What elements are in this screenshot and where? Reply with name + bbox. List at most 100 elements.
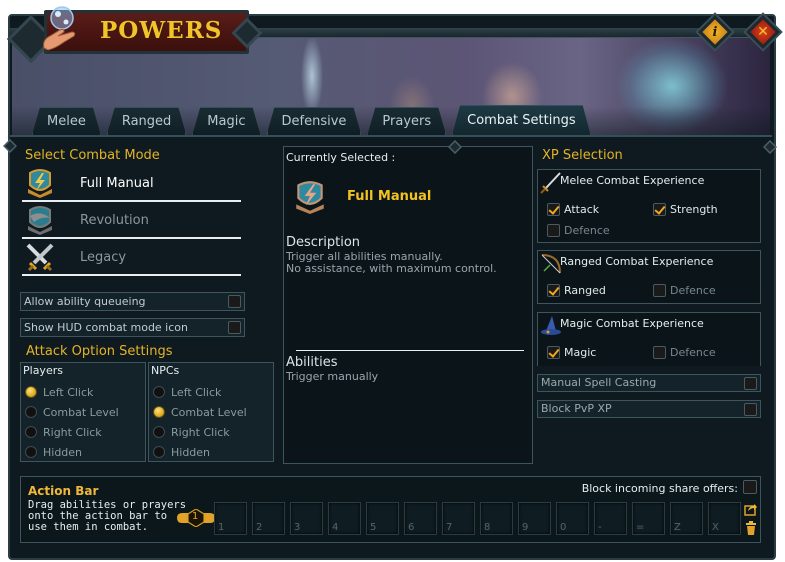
npcs-options: NPCs Left Click Combat Level Right Click… (148, 362, 274, 462)
xp-selection-title: XP Selection (542, 148, 623, 163)
xp-magic-defence-option[interactable]: Defence (653, 346, 716, 359)
npcs-option-left-click[interactable]: Left Click (153, 384, 221, 400)
tab-magic[interactable]: Magic (192, 107, 260, 135)
radio[interactable] (153, 426, 165, 438)
checkbox-checked[interactable] (653, 203, 666, 216)
radio[interactable] (153, 386, 165, 398)
slot-key: 6 (408, 522, 415, 533)
tab-combat-settings[interactable]: Combat Settings (452, 105, 590, 135)
action-bar-title: Action Bar (28, 484, 99, 498)
sword-icon (540, 172, 561, 194)
radio[interactable] (25, 406, 37, 418)
action-slot[interactable]: 7 (442, 502, 475, 535)
show-hud-combat-mode-toggle[interactable]: Show HUD combat mode icon (20, 318, 245, 337)
players-option-hidden[interactable]: Hidden (25, 444, 82, 460)
trash-icon[interactable] (744, 521, 758, 535)
action-bar-switcher[interactable]: 1 (176, 508, 216, 528)
mode-revolution[interactable]: Revolution (22, 203, 241, 239)
xp-attack-option[interactable]: Attack (547, 203, 599, 216)
action-slot[interactable]: 4 (328, 502, 361, 535)
option-label: Strength (670, 203, 718, 216)
xp-magic-option[interactable]: Magic (547, 346, 596, 359)
mode-label: Legacy (80, 249, 127, 265)
checkbox[interactable] (653, 346, 666, 359)
option-label: Attack (564, 203, 600, 216)
tab-melee[interactable]: Melee (32, 107, 101, 135)
checkbox[interactable] (547, 224, 560, 237)
xp-ranged-defence-option[interactable]: Defence (653, 284, 716, 297)
radio[interactable] (25, 426, 37, 438)
ability-queueing-checkbox[interactable] (228, 295, 241, 308)
block-pvp-xp-checkbox[interactable] (744, 403, 757, 416)
action-slot[interactable]: X (708, 502, 741, 535)
tab-prayers[interactable]: Prayers (367, 107, 446, 135)
players-option-right-click[interactable]: Right Click (25, 424, 102, 440)
attack-options-title: Attack Option Settings (26, 344, 173, 359)
radio[interactable] (25, 446, 37, 458)
option-label: Right Click (43, 425, 102, 439)
slot-key: 0 (560, 522, 567, 533)
description-line-2: No assistance, with maximum control. (286, 262, 497, 275)
action-slot[interactable]: 5 (366, 502, 399, 535)
checkbox-checked[interactable] (547, 203, 560, 216)
hand-orb-icon (43, 6, 76, 51)
abilities-title: Abilities (286, 355, 338, 370)
toggle-label: Manual Spell Casting (541, 376, 657, 389)
npcs-option-combat-level[interactable]: Combat Level (153, 404, 247, 420)
block-pvp-xp-toggle[interactable]: Block PvP XP (537, 400, 761, 418)
corner-knot-icon (763, 140, 777, 154)
slot-key: Z (674, 522, 681, 533)
manual-spell-casting-checkbox[interactable] (744, 377, 757, 390)
revolution-shield-icon (28, 206, 52, 235)
mode-full-manual[interactable]: Full Manual (22, 166, 241, 202)
action-slot[interactable]: 8 (480, 502, 513, 535)
option-label: Combat Level (43, 405, 119, 419)
option-label: Defence (564, 224, 610, 237)
players-option-combat-level[interactable]: Combat Level (25, 404, 119, 420)
action-slot[interactable]: 3 (290, 502, 323, 535)
radio[interactable] (153, 446, 165, 458)
checkbox-checked[interactable] (547, 346, 560, 359)
share-icon[interactable] (744, 502, 758, 516)
radio-selected[interactable] (25, 386, 37, 398)
action-slot[interactable]: 0 (556, 502, 589, 535)
npcs-option-right-click[interactable]: Right Click (153, 424, 230, 440)
tab-ranged[interactable]: Ranged (107, 107, 186, 135)
action-slot[interactable]: 6 (404, 502, 437, 535)
divider (296, 350, 524, 351)
action-slot[interactable]: - (594, 502, 627, 535)
npcs-option-hidden[interactable]: Hidden (153, 444, 210, 460)
npcs-header: NPCs (151, 364, 180, 377)
action-slot[interactable]: 9 (518, 502, 551, 535)
option-label: Right Click (171, 425, 230, 439)
radio-selected[interactable] (153, 406, 165, 418)
xp-defence-option[interactable]: Defence (547, 224, 610, 237)
abilities-text: Trigger manually (286, 370, 379, 383)
hud-combat-mode-checkbox[interactable] (228, 321, 241, 334)
slot-key: 3 (294, 522, 301, 533)
window-title: POWERS (100, 17, 223, 44)
action-slot[interactable]: 1 (214, 502, 247, 535)
magic-xp-group: Magic Combat Experience Magic Defence (537, 312, 761, 366)
current-mode-name: Full Manual (347, 189, 432, 204)
checkbox-checked[interactable] (547, 284, 560, 297)
action-slot[interactable]: = (632, 502, 665, 535)
players-option-left-click[interactable]: Left Click (25, 384, 93, 400)
toggle-label: Show HUD combat mode icon (24, 321, 188, 334)
option-label: Magic (564, 346, 597, 359)
xp-ranged-option[interactable]: Ranged (547, 284, 606, 297)
block-share-checkbox[interactable] (743, 480, 757, 494)
action-slot[interactable]: 2 (252, 502, 285, 535)
full-manual-shield-icon (296, 181, 324, 214)
block-share-label: Block incoming share offers: (581, 482, 738, 495)
tab-defensive[interactable]: Defensive (267, 107, 362, 135)
ranged-xp-group: Ranged Combat Experience Ranged Defence (537, 250, 761, 304)
allow-ability-queueing-toggle[interactable]: Allow ability queueing (20, 292, 245, 311)
mode-legacy[interactable]: Legacy (22, 240, 241, 276)
checkbox[interactable] (653, 284, 666, 297)
action-slot[interactable]: Z (670, 502, 703, 535)
option-label: Left Click (43, 385, 94, 399)
xp-strength-option[interactable]: Strength (653, 203, 718, 216)
currently-selected-label: Currently Selected : (286, 151, 396, 164)
manual-spell-casting-toggle[interactable]: Manual Spell Casting (537, 374, 761, 392)
